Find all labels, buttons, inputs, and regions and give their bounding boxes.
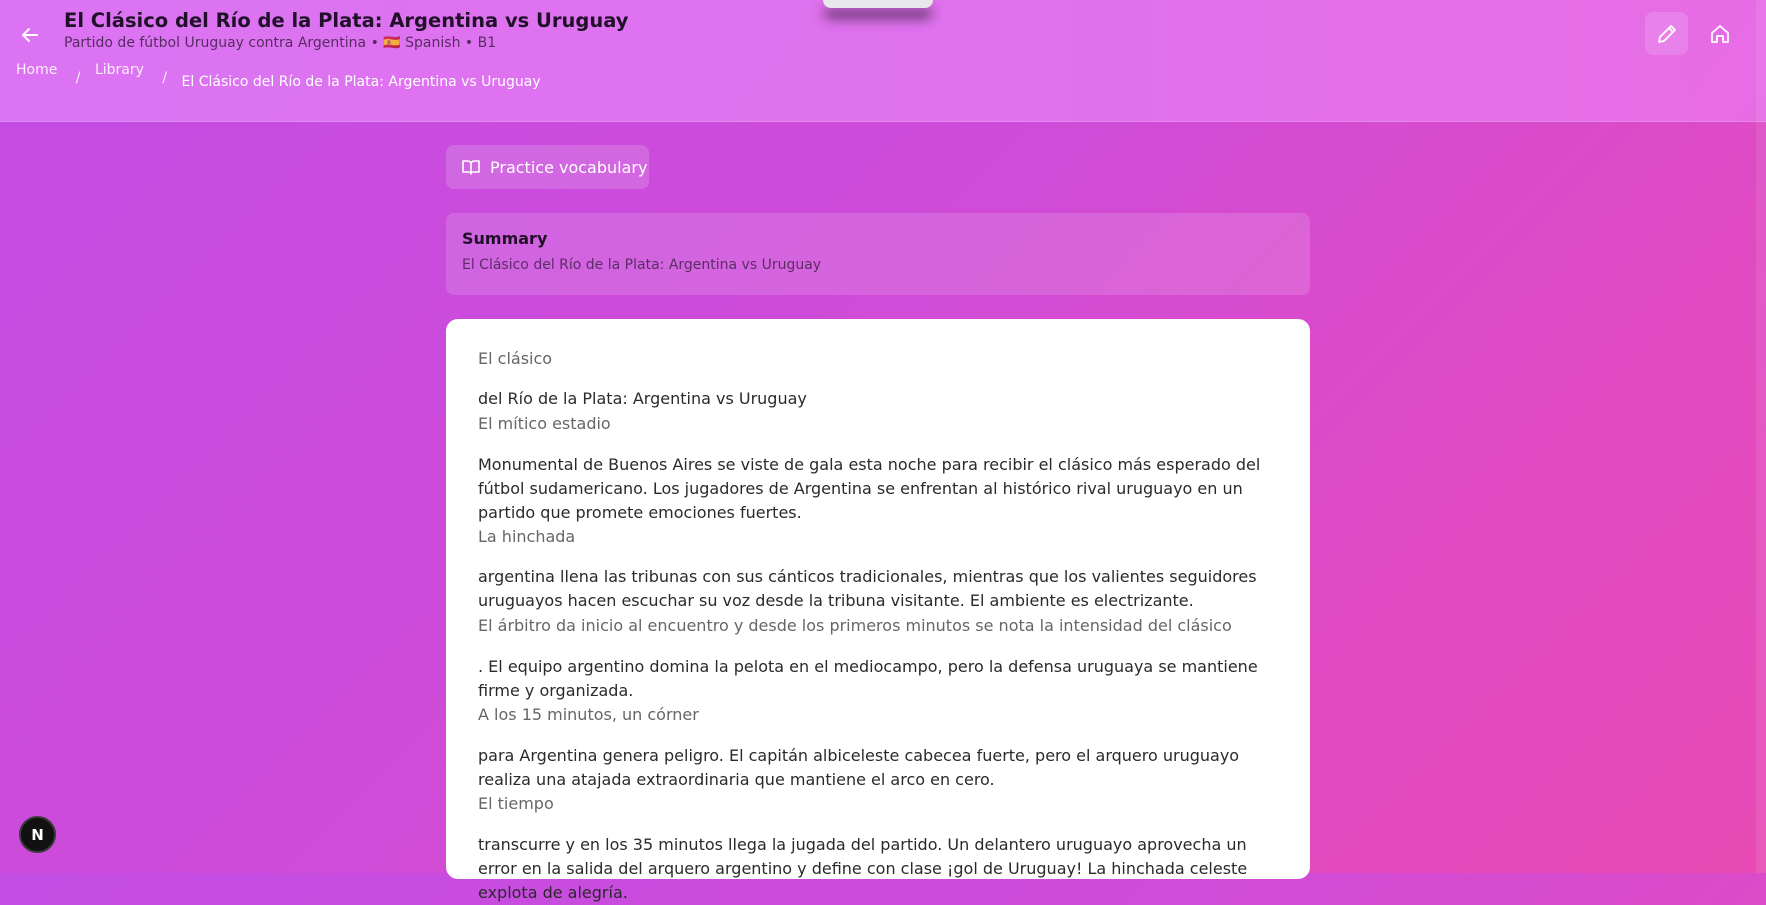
story-paragraph: A los 15 minutos, un córner	[478, 703, 1278, 727]
breadcrumb-home[interactable]: Home	[16, 62, 57, 78]
breadcrumb-current: El Clásico del Río de la Plata: Argentin…	[181, 74, 541, 90]
paragraph-lead: La hinchada	[478, 527, 576, 546]
story-card: El clásico del Río de la Plata: Argentin…	[446, 319, 1310, 902]
practice-vocabulary-label: Practice vocabulary	[490, 157, 648, 177]
practice-vocabulary-button[interactable]: Practice vocabulary	[446, 145, 649, 189]
camera-notch	[823, 0, 933, 8]
story-paragraph: para Argentina genera peligro. El capitá…	[478, 744, 1278, 792]
book-icon	[461, 158, 481, 176]
story-paragraph: El árbitro da inicio al encuentro y desd…	[478, 614, 1278, 638]
story-paragraph: El mítico estadio	[478, 412, 1278, 436]
scrollbar[interactable]	[1756, 0, 1766, 873]
breadcrumb-separator: /	[75, 70, 81, 86]
pencil-icon	[1657, 24, 1676, 43]
breadcrumb: Home / Library / El Clásico del Río de l…	[16, 62, 541, 90]
story-paragraph: . El equipo argentino domina la pelota e…	[478, 655, 1278, 703]
story-paragraph: del Río de la Plata: Argentina vs Urugua…	[478, 387, 1278, 411]
paragraph-body: . El equipo argentino domina la pelota e…	[478, 657, 1258, 700]
arrow-left-icon	[22, 28, 38, 42]
paragraph-body: Monumental de Buenos Aires se viste de g…	[478, 455, 1261, 522]
story-paragraph: Monumental de Buenos Aires se viste de g…	[478, 453, 1278, 525]
paragraph-body: argentina llena las tribunas con sus cán…	[478, 567, 1257, 610]
paragraph-lead: El árbitro da inicio al encuentro y desd…	[478, 616, 1232, 635]
story-paragraph: transcurre y en los 35 minutos llega la …	[478, 833, 1278, 905]
story-paragraph: La hinchada	[478, 525, 1278, 549]
page-title: El Clásico del Río de la Plata: Argentin…	[64, 9, 629, 32]
paragraph-lead: El mítico estadio	[478, 414, 611, 433]
home-button[interactable]	[1698, 12, 1741, 55]
story-paragraph: argentina llena las tribunas con sus cán…	[478, 565, 1278, 613]
summary-panel: Summary El Clásico del Río de la Plata: …	[446, 213, 1310, 295]
summary-text: El Clásico del Río de la Plata: Argentin…	[462, 257, 822, 273]
summary-heading: Summary	[462, 229, 548, 248]
back-button[interactable]	[17, 22, 43, 48]
paragraph-body: para Argentina genera peligro. El capitá…	[478, 746, 1240, 789]
home-icon	[1710, 24, 1729, 43]
edit-button[interactable]	[1645, 12, 1688, 55]
story-paragraph: El tiempo	[478, 792, 1278, 816]
paragraph-lead: El tiempo	[478, 794, 554, 813]
story-paragraph: El clásico	[478, 347, 1278, 371]
page-subtitle: Partido de fútbol Uruguay contra Argenti…	[64, 35, 497, 51]
paragraph-lead: El clásico	[478, 349, 553, 368]
breadcrumb-library[interactable]: Library	[95, 62, 144, 78]
paragraph-body: del Río de la Plata: Argentina vs Urugua…	[478, 389, 807, 408]
breadcrumb-separator: /	[162, 70, 168, 86]
avatar[interactable]: N	[19, 816, 56, 853]
paragraph-body: transcurre y en los 35 minutos llega la …	[478, 835, 1248, 902]
paragraph-lead: A los 15 minutos, un córner	[478, 705, 699, 724]
